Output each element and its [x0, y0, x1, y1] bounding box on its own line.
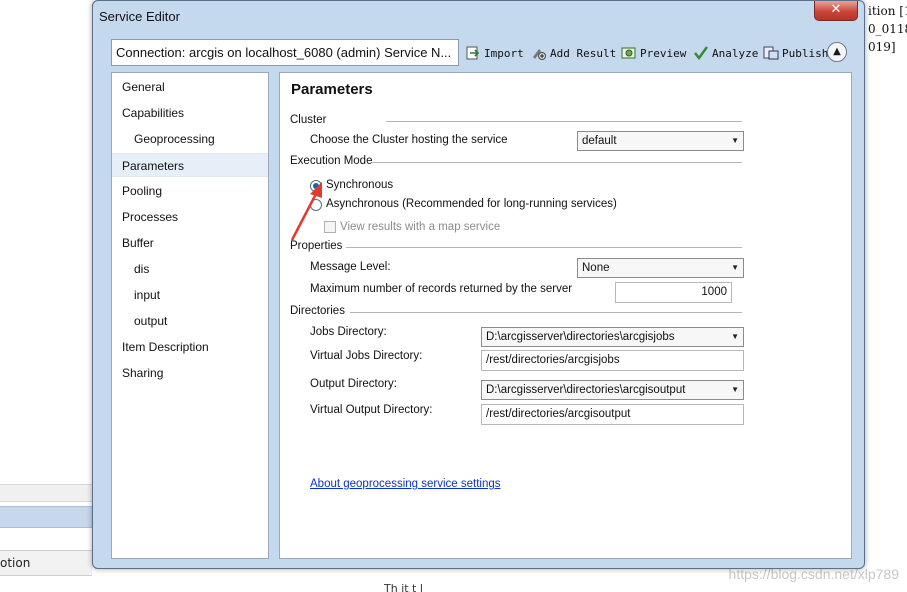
close-button[interactable]: ✕	[814, 1, 858, 21]
message-level-select[interactable]: None ▼	[577, 258, 744, 278]
sidebar-item-dis[interactable]: dis	[112, 257, 268, 281]
toolbar: Connection: arcgis on localhost_6080 (ad…	[111, 39, 853, 67]
background-right-pane: ition [1( 0_0118 019]	[862, 0, 907, 592]
section-cluster: Cluster	[290, 114, 327, 126]
analyze-label: Analyze	[712, 46, 759, 60]
divider	[350, 312, 742, 313]
virtual-output-directory-input[interactable]: /rest/directories/arcgisoutput	[481, 404, 744, 425]
output-directory-select[interactable]: D:\arcgisserver\directories\arcgisoutput…	[481, 380, 744, 400]
sidebar-item-processes[interactable]: Processes	[112, 205, 268, 229]
service-editor-window: Service Editor ✕ Connection: arcgis on l…	[92, 0, 865, 569]
import-button[interactable]: Import	[465, 44, 524, 62]
preview-button[interactable]: Preview	[621, 44, 686, 62]
import-label: Import	[484, 46, 524, 60]
add-result-icon	[531, 45, 547, 61]
divider	[346, 247, 742, 248]
asynchronous-label: Asynchronous (Recommended for long-runni…	[326, 198, 617, 210]
cluster-select-value: default	[582, 135, 617, 147]
background-text: ition [1(	[868, 4, 907, 18]
chevron-down-icon: ▼	[731, 385, 739, 394]
sidebar-item-sharing[interactable]: Sharing	[112, 361, 268, 385]
background-text: 019]	[868, 40, 896, 54]
divider	[386, 121, 742, 122]
annotation-arrow-icon	[290, 182, 322, 241]
sidebar-item-geoprocessing[interactable]: Geoprocessing	[112, 127, 268, 151]
sidebar-item-general[interactable]: General	[112, 75, 268, 99]
sidebar-item-parameters[interactable]: Parameters	[112, 153, 268, 177]
add-result-button[interactable]: Add Result	[531, 44, 616, 62]
collapse-toolbar-button[interactable]: ▲	[827, 42, 847, 62]
output-directory-value: D:\arcgisserver\directories\arcgisoutput	[486, 384, 686, 396]
virtual-output-directory-label: Virtual Output Directory:	[310, 404, 433, 416]
background-bar	[0, 484, 92, 502]
add-result-label: Add Result	[550, 46, 617, 60]
chevron-down-icon: ▼	[731, 136, 739, 145]
background-selected-row	[0, 506, 92, 528]
page-title: Parameters	[291, 81, 373, 98]
sidebar-nav: General Capabilities Geoprocessing Param…	[111, 72, 269, 559]
map-service-label: View results with a map service	[340, 221, 501, 233]
virtual-jobs-directory-input[interactable]: /rest/directories/arcgisjobs	[481, 350, 744, 371]
max-records-input[interactable]: 1000	[615, 282, 732, 303]
virtual-jobs-directory-label: Virtual Jobs Directory:	[310, 350, 423, 362]
background-text: Th it t l	[384, 582, 423, 592]
import-icon	[465, 45, 481, 61]
sidebar-item-capabilities[interactable]: Capabilities	[112, 101, 268, 125]
output-directory-label: Output Directory:	[310, 378, 397, 390]
jobs-directory-label: Jobs Directory:	[310, 326, 387, 338]
background-text: 0_0118	[868, 22, 907, 36]
sidebar-item-pooling[interactable]: Pooling	[112, 179, 268, 203]
title-bar[interactable]: Service Editor ✕	[93, 1, 864, 31]
max-records-label: Maximum number of records returned by th…	[310, 283, 573, 295]
section-directories: Directories	[290, 305, 345, 317]
message-level-label: Message Level:	[310, 261, 391, 273]
background-text: otion	[0, 556, 31, 570]
chevron-down-icon: ▼	[731, 263, 739, 272]
section-execution-mode: Execution Mode	[290, 155, 373, 167]
publish-button[interactable]: Publish	[763, 44, 828, 62]
publish-label: Publish	[782, 46, 829, 60]
cluster-label: Choose the Cluster hosting the service	[310, 134, 508, 146]
synchronous-label: Synchronous	[326, 179, 394, 191]
publish-icon	[763, 45, 779, 61]
window-title: Service Editor	[99, 9, 180, 24]
checkmark-icon	[693, 45, 709, 61]
message-level-value: None	[582, 262, 610, 274]
sidebar-item-buffer[interactable]: Buffer	[112, 231, 268, 255]
connection-field[interactable]: Connection: arcgis on localhost_6080 (ad…	[111, 39, 459, 66]
preview-label: Preview	[640, 46, 687, 60]
sidebar-item-input[interactable]: input	[112, 283, 268, 307]
jobs-directory-value: D:\arcgisserver\directories\arcgisjobs	[486, 331, 675, 343]
sidebar-item-item-description[interactable]: Item Description	[112, 335, 268, 359]
sidebar-item-output[interactable]: output	[112, 309, 268, 333]
chevron-down-icon: ▼	[731, 332, 739, 341]
analyze-button[interactable]: Analyze	[693, 44, 758, 62]
preview-icon	[621, 45, 637, 61]
jobs-directory-select[interactable]: D:\arcgisserver\directories\arcgisjobs ▼	[481, 327, 744, 347]
parameters-panel: Parameters Cluster Choose the Cluster ho…	[279, 72, 852, 559]
about-settings-link[interactable]: About geoprocessing service settings	[310, 478, 501, 490]
cluster-select[interactable]: default ▼	[577, 131, 744, 151]
divider	[372, 162, 742, 163]
background-left-pane: otion	[0, 478, 92, 592]
